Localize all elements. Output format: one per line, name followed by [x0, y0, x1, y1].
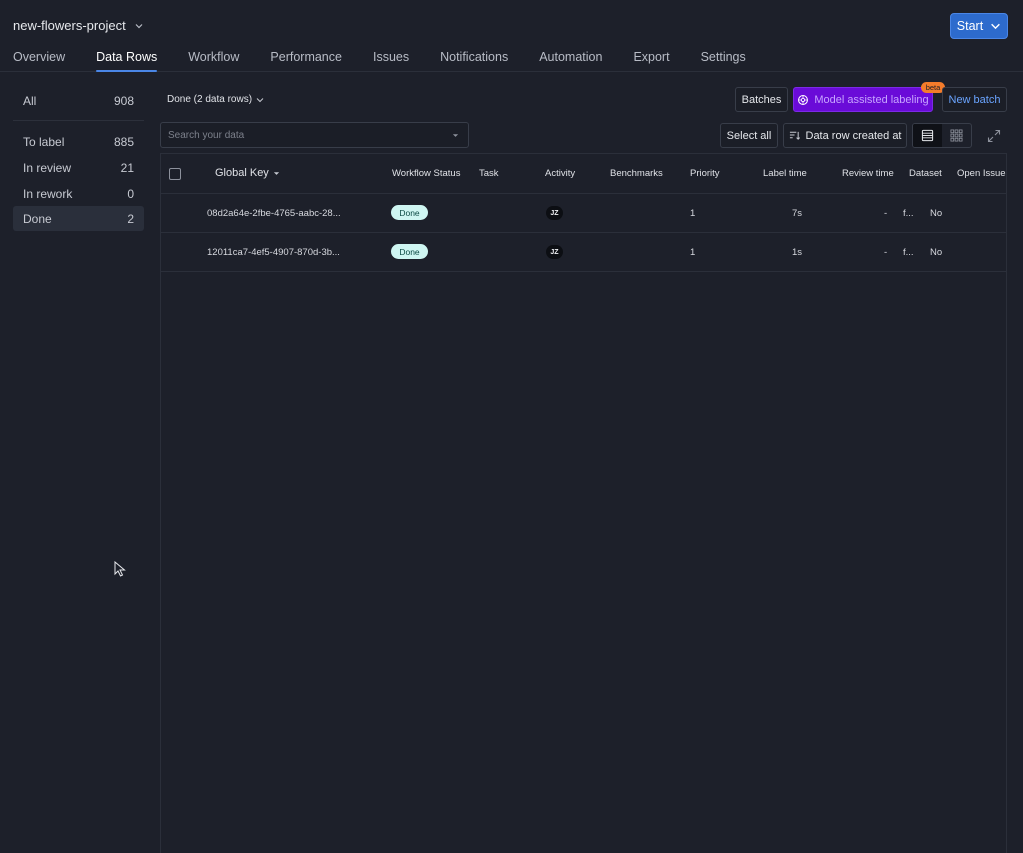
model-assisted-labeling-button[interactable]: Model assisted labeling: [793, 87, 933, 112]
chevron-down-icon: [991, 23, 1001, 29]
sidebar-item-count: 21: [120, 160, 134, 175]
expand-icon: [987, 129, 1001, 142]
tab-workflow[interactable]: Workflow: [188, 50, 239, 72]
column-workflow-status[interactable]: Workflow Status: [392, 168, 460, 179]
tab-data-rows[interactable]: Data Rows: [96, 50, 158, 72]
open-issues-cell: No: [930, 247, 943, 258]
start-button[interactable]: Start: [950, 13, 1008, 39]
expand-button[interactable]: [981, 123, 1007, 148]
sidebar-divider: [13, 120, 144, 121]
select-all-label: Select all: [726, 129, 772, 142]
data-rows-table: Global Key Workflow Status Task Activity…: [160, 153, 1007, 853]
column-activity[interactable]: Activity: [545, 168, 575, 179]
global-key-cell: 08d2a64e-2fbe-4765-aabc-28...: [207, 208, 341, 219]
sidebar-item-count: 2: [127, 211, 134, 226]
tab-settings[interactable]: Settings: [701, 50, 746, 72]
tab-automation[interactable]: Automation: [539, 50, 602, 72]
sidebar-item-to-label[interactable]: To label 885: [13, 129, 144, 154]
status-badge: Done: [391, 244, 428, 259]
tab-export[interactable]: Export: [633, 50, 669, 72]
avatar: JZ: [546, 245, 563, 259]
top-bar: new-flowers-project Start Overview Data …: [0, 0, 1023, 72]
project-selector[interactable]: new-flowers-project: [13, 18, 144, 33]
open-issues-cell: No: [930, 208, 943, 219]
select-all-button[interactable]: Select all: [720, 123, 778, 148]
grid-view-icon: [950, 129, 963, 142]
dataset-cell: f...: [903, 247, 914, 258]
batches-button-label: Batches: [741, 93, 782, 106]
new-batch-button[interactable]: New batch: [942, 87, 1007, 112]
select-all-checkbox[interactable]: [169, 168, 181, 180]
sidebar-item-label: In review: [23, 160, 72, 175]
review-time-cell: -: [884, 208, 888, 219]
grid-view-button[interactable]: [942, 124, 971, 147]
column-priority[interactable]: Priority: [690, 168, 720, 179]
sidebar-item-label: Done: [23, 211, 52, 226]
dataset-cell: f...: [903, 208, 914, 219]
tab-notifications[interactable]: Notifications: [440, 50, 508, 72]
column-benchmarks[interactable]: Benchmarks: [610, 168, 663, 179]
sidebar-item-done[interactable]: Done 2: [13, 206, 144, 231]
column-task[interactable]: Task: [479, 168, 499, 179]
chevron-down-icon: [135, 23, 143, 28]
column-open-issues[interactable]: Open Issues: [957, 168, 1006, 179]
start-button-label: Start: [956, 19, 984, 33]
view-toggle: [912, 123, 972, 148]
column-dataset[interactable]: Dataset: [909, 168, 942, 179]
global-key-cell: 12011ca7-4ef5-4907-870d-3b...: [207, 247, 340, 258]
sidebar-item-label: All: [23, 93, 37, 108]
sort-icon: [789, 131, 800, 140]
mal-button-label: Model assisted labeling: [814, 93, 929, 106]
tab-performance[interactable]: Performance: [270, 50, 342, 72]
status-filter-dropdown[interactable]: Done (2 data rows): [167, 94, 264, 105]
column-review-time[interactable]: Review time: [842, 168, 894, 179]
label-time-cell: 1s: [792, 247, 803, 258]
sidebar-item-all[interactable]: All 908: [13, 88, 144, 113]
table-row[interactable]: 12011ca7-4ef5-4907-870d-3b... Done JZ 1 …: [161, 233, 1006, 272]
list-view-icon: [921, 129, 934, 142]
search-input[interactable]: [161, 123, 468, 147]
model-icon: [798, 94, 809, 105]
column-label: Global Key: [215, 167, 269, 179]
sidebar-item-count: 908: [113, 93, 134, 108]
table-row[interactable]: 08d2a64e-2fbe-4765-aabc-28... Done JZ 1 …: [161, 194, 1006, 233]
sort-caret-icon: [273, 171, 279, 175]
review-time-cell: -: [884, 247, 888, 258]
priority-cell: 1: [690, 247, 696, 258]
sidebar-item-in-review[interactable]: In review 21: [13, 155, 144, 180]
search-field[interactable]: [160, 122, 469, 148]
project-tabs: Overview Data Rows Workflow Performance …: [13, 50, 777, 72]
sidebar-item-label: To label: [23, 134, 65, 149]
chevron-down-icon: [256, 97, 264, 102]
avatar: JZ: [546, 206, 563, 220]
sort-label: Data row created at: [805, 129, 902, 142]
priority-cell: 1: [690, 208, 696, 219]
sidebar-item-count: 0: [127, 186, 134, 201]
sidebar-item-label: In rework: [23, 186, 73, 201]
new-batch-label: New batch: [948, 93, 1001, 106]
label-time-cell: 7s: [792, 208, 803, 219]
project-name: new-flowers-project: [13, 18, 126, 33]
column-label-time[interactable]: Label time: [763, 168, 807, 179]
sidebar-item-in-rework[interactable]: In rework 0: [13, 181, 144, 206]
tab-issues[interactable]: Issues: [373, 50, 409, 72]
sort-button[interactable]: Data row created at: [783, 123, 907, 148]
mouse-cursor-icon: [114, 561, 126, 577]
tab-overview[interactable]: Overview: [13, 50, 65, 72]
status-badge: Done: [391, 205, 428, 220]
batches-button[interactable]: Batches: [735, 87, 788, 112]
filter-title: Done (2 data rows): [167, 94, 253, 105]
sidebar-item-count: 885: [113, 134, 134, 149]
caret-down-icon[interactable]: [452, 132, 459, 139]
table-header: Global Key Workflow Status Task Activity…: [161, 154, 1006, 194]
column-global-key[interactable]: Global Key: [215, 167, 280, 179]
list-view-button[interactable]: [913, 124, 942, 147]
